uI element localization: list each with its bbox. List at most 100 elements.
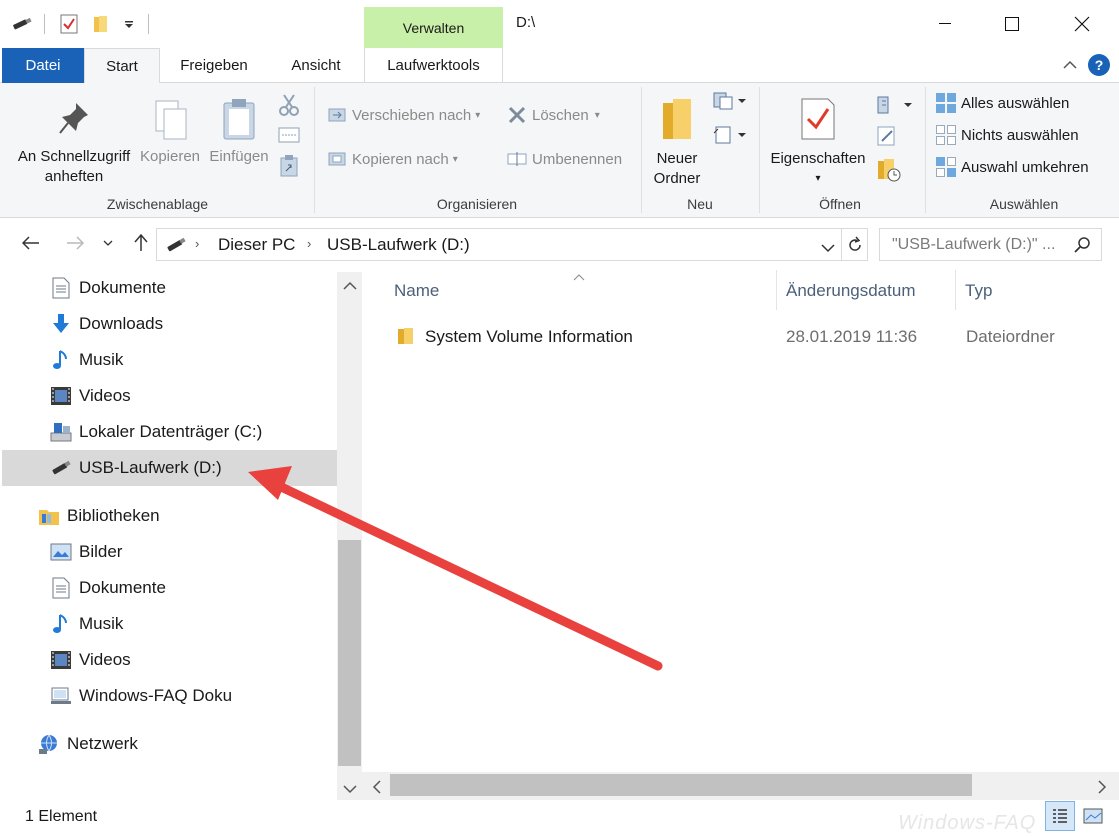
nav-item-netzwerk[interactable]: Netzwerk — [38, 727, 138, 761]
ribbon: An Schnellzugriff anheften Kopieren Einf… — [0, 83, 1119, 218]
nav-item-lokaler-datentraeger[interactable]: Lokaler Datenträger (C:) — [50, 415, 262, 449]
clipboard-icon — [206, 95, 272, 141]
history-icon[interactable] — [876, 157, 902, 187]
tab-start[interactable]: Start — [84, 48, 160, 84]
forward-button[interactable] — [62, 230, 88, 256]
cut-icon[interactable] — [278, 93, 300, 121]
copy-button[interactable]: Kopieren — [137, 95, 203, 167]
document-icon — [50, 277, 72, 299]
nav-item-musik[interactable]: Musik — [50, 343, 123, 377]
nav-item-videos-bibliothek[interactable]: Videos — [50, 643, 131, 677]
pin-quick-access-button[interactable]: An Schnellzugriff anheften — [12, 101, 136, 187]
tab-datei[interactable]: Datei — [2, 48, 84, 83]
breadcrumb-dieser-pc[interactable]: Dieser PC — [218, 235, 295, 255]
divider — [44, 14, 45, 34]
large-icons-view-button[interactable] — [1078, 801, 1108, 831]
divider — [759, 87, 760, 213]
nav-item-downloads[interactable]: Downloads — [50, 307, 163, 341]
up-button[interactable] — [128, 230, 154, 256]
edit-icon[interactable] — [876, 125, 898, 151]
scroll-left-button[interactable] — [372, 780, 382, 798]
copy-to-button[interactable]: Kopieren nach ▾ — [326, 147, 458, 171]
new-folder-label-line1: Neuer — [656, 150, 698, 167]
move-to-button[interactable]: Verschieben nach ▾ — [326, 103, 480, 127]
column-header-type[interactable]: Typ — [965, 281, 992, 301]
help-icon: ? — [1094, 57, 1104, 73]
chevron-down-icon — [103, 240, 113, 246]
nav-item-bibliotheken[interactable]: Bibliotheken — [38, 499, 160, 533]
new-folder-button[interactable]: Neuer Ordner — [646, 93, 708, 189]
properties-label: Eigenschaften — [770, 150, 866, 167]
ribbon-tabs: Datei Start Freigeben Ansicht Laufwerkto… — [0, 48, 1119, 84]
help-button[interactable]: ? — [1088, 54, 1110, 76]
file-type: Dateiordner — [966, 327, 1055, 346]
sort-ascending-icon — [573, 268, 585, 285]
scroll-up-button[interactable] — [343, 278, 357, 295]
group-label-organisieren: Organisieren — [436, 196, 518, 212]
breadcrumb-usb-laufwerk[interactable]: USB-Laufwerk (D:) — [327, 235, 470, 255]
address-bar[interactable]: › Dieser PC › USB-Laufwerk (D:) — [156, 228, 842, 261]
minimize-button[interactable] — [911, 0, 978, 48]
folder-icon — [397, 326, 415, 350]
tab-verwalten[interactable]: Verwalten — [364, 7, 503, 48]
scroll-down-button[interactable] — [343, 781, 357, 798]
rename-button[interactable]: Umbenennen — [506, 147, 622, 171]
nav-item-videos[interactable]: Videos — [50, 379, 131, 413]
delete-button[interactable]: Löschen ▾ — [506, 103, 600, 127]
search-box[interactable]: "USB-Laufwerk (D:)" ... — [879, 228, 1102, 261]
properties-icon — [764, 93, 872, 141]
invert-selection-label: Auswahl umkehren — [961, 158, 1089, 176]
nav-item-dokumente-bibliothek[interactable]: Dokumente — [50, 571, 166, 605]
refresh-button[interactable] — [842, 228, 868, 261]
easy-access-icon[interactable] — [712, 125, 748, 149]
tab-freigeben[interactable]: Freigeben — [166, 48, 262, 83]
search-input[interactable]: "USB-Laufwerk (D:)" ... — [892, 236, 1055, 254]
back-button[interactable] — [18, 230, 44, 256]
new-item-icon[interactable] — [712, 91, 748, 115]
details-view-button[interactable] — [1045, 801, 1075, 831]
arrow-left-icon — [22, 236, 39, 250]
nav-scrollbar-thumb[interactable] — [338, 540, 361, 766]
content-scrollbar-thumb[interactable] — [390, 774, 972, 796]
tab-freigeben-label: Freigeben — [180, 57, 248, 74]
recent-locations-button[interactable] — [98, 230, 118, 256]
column-header-name[interactable]: Name — [394, 281, 439, 301]
maximize-icon — [1004, 17, 1019, 31]
pin-icon — [12, 101, 136, 141]
nav-item-windows-faq-doku[interactable]: Windows-FAQ Doku — [50, 679, 232, 713]
minimize-icon — [938, 23, 951, 24]
delete-label: Löschen — [532, 106, 589, 124]
scroll-right-button[interactable] — [1097, 780, 1107, 798]
delete-icon — [506, 104, 528, 126]
address-dropdown-button[interactable] — [821, 240, 835, 257]
chevron-up-icon — [1063, 60, 1077, 69]
select-none-button[interactable]: Nichts auswählen — [935, 123, 1079, 147]
close-button[interactable] — [1048, 0, 1115, 48]
nav-label: Videos — [79, 386, 131, 405]
customize-quick-access-icon[interactable] — [118, 12, 140, 36]
invert-selection-button[interactable]: Auswahl umkehren — [935, 155, 1089, 179]
nav-item-bilder[interactable]: Bilder — [50, 535, 122, 569]
file-name[interactable]: System Volume Information — [425, 327, 633, 347]
column-divider[interactable] — [955, 270, 956, 310]
nav-item-musik-bibliothek[interactable]: Musik — [50, 607, 123, 641]
paste-shortcut-icon[interactable] — [280, 155, 298, 181]
maximize-button[interactable] — [978, 0, 1045, 48]
column-divider[interactable] — [776, 270, 777, 310]
collapse-ribbon-button[interactable] — [1057, 52, 1083, 78]
nav-item-usb-laufwerk[interactable]: USB-Laufwerk (D:) — [50, 451, 222, 485]
properties-icon[interactable] — [58, 12, 80, 36]
properties-button[interactable]: Eigenschaften ▾ — [764, 93, 872, 189]
tab-ansicht[interactable]: Ansicht — [272, 48, 360, 83]
new-folder-icon[interactable] — [90, 12, 112, 36]
select-all-button[interactable]: Alles auswählen — [935, 91, 1069, 115]
move-to-label: Verschieben nach — [352, 106, 472, 124]
column-header-date[interactable]: Änderungsdatum — [786, 281, 915, 301]
nav-label: USB-Laufwerk (D:) — [79, 458, 222, 477]
nav-label: Downloads — [79, 314, 164, 333]
copy-path-icon[interactable] — [278, 127, 300, 147]
open-icon[interactable] — [876, 93, 912, 119]
tab-laufwerktools[interactable]: Laufwerktools — [364, 48, 503, 83]
nav-item-dokumente[interactable]: Dokumente — [50, 271, 166, 305]
paste-button[interactable]: Einfügen — [206, 95, 272, 167]
